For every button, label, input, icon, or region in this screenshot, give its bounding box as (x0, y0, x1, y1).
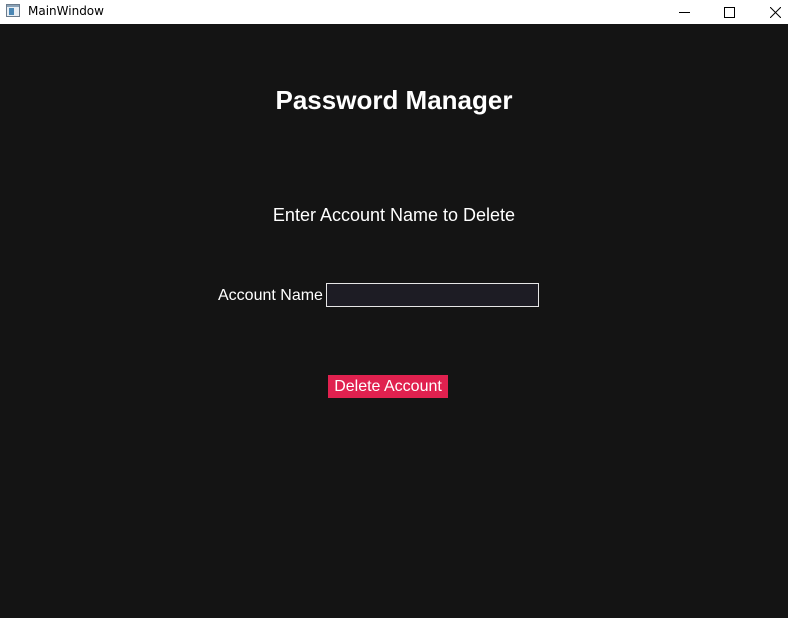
minimize-icon (678, 11, 690, 13)
maximize-button[interactable] (706, 0, 752, 24)
main-content: Password Manager Enter Account Name to D… (0, 24, 788, 618)
app-icon (6, 4, 20, 17)
account-name-label: Account Name (218, 287, 323, 304)
page-title: Password Manager (275, 85, 513, 115)
minimize-button[interactable] (661, 0, 707, 24)
maximize-icon (723, 6, 735, 18)
delete-account-button[interactable]: Delete Account (328, 375, 448, 398)
instruction-text: Enter Account Name to Delete (272, 205, 516, 225)
close-button[interactable] (752, 0, 788, 24)
window-title: MainWindow (28, 4, 104, 18)
close-icon (769, 6, 781, 18)
window-titlebar: MainWindow (0, 0, 788, 24)
account-name-input[interactable] (326, 283, 539, 307)
